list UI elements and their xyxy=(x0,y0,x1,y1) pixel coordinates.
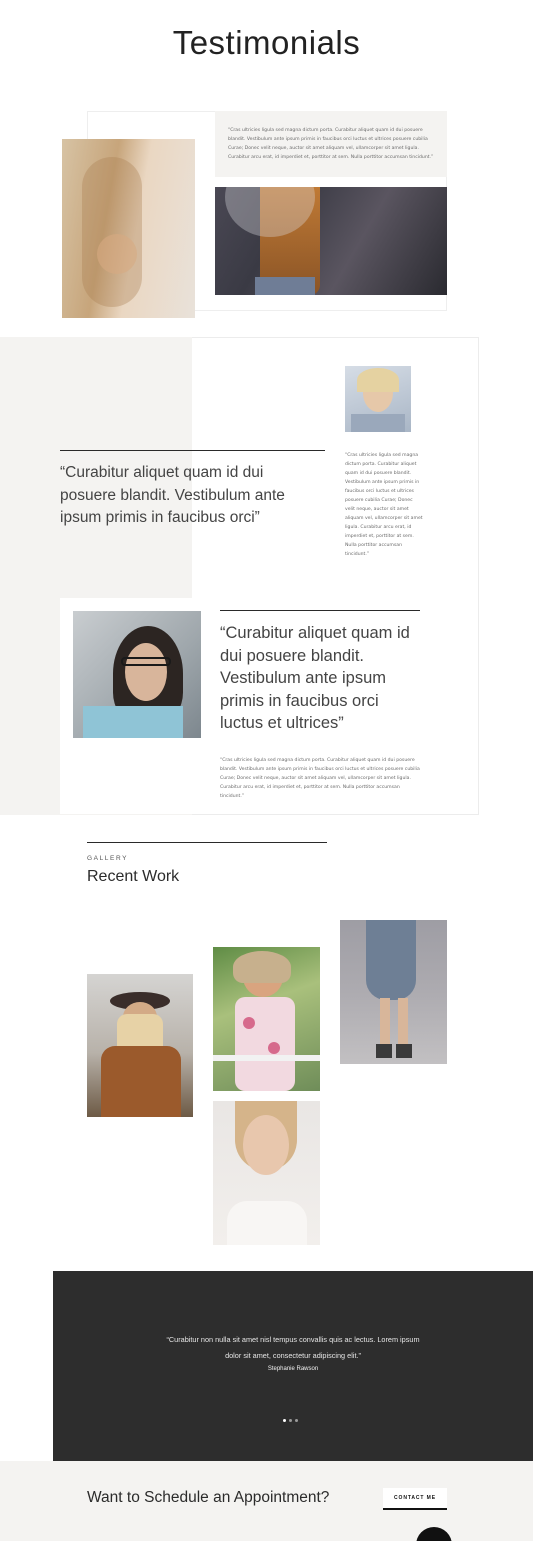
slider-author: Stephanie Rawson xyxy=(267,1366,319,1372)
gallery-title: Recent Work xyxy=(87,868,180,885)
testimonial-1-hand-image xyxy=(215,187,447,295)
testimonial-1-portrait xyxy=(62,139,195,318)
contact-me-button[interactable]: CONTACT ME xyxy=(383,1488,447,1510)
gallery-rule xyxy=(87,842,327,843)
testimonial-2-text: “Cras ultricies ligula sed magna dictum … xyxy=(345,453,423,557)
testimonial-2-rule xyxy=(60,450,325,451)
slider-dot-3[interactable] xyxy=(295,1419,298,1422)
page-title: Testimonials xyxy=(172,24,361,61)
testimonial-3-portrait xyxy=(73,611,201,738)
testimonial-3-quote: “Curabitur aliquet quam id dui posuere b… xyxy=(220,624,410,733)
testimonial-1-text-box: “Cras ultricies ligula sed magna dictum … xyxy=(215,111,447,177)
slider-dot-1[interactable] xyxy=(283,1419,286,1422)
slider-quote: “Curabitur non nulla sit amet nisl tempu… xyxy=(166,1335,420,1360)
slider-dots[interactable] xyxy=(283,1419,303,1423)
testimonial-3-text: “Cras ultricies ligula sed magna dictum … xyxy=(220,758,420,799)
cta-text: Want to Schedule an Appointment? xyxy=(87,1489,330,1506)
gallery-image-floral[interactable] xyxy=(213,947,320,1091)
gallery-image-hat[interactable] xyxy=(87,974,193,1117)
testimonial-2-avatar xyxy=(345,366,411,432)
contact-me-button-label: CONTACT ME xyxy=(394,1495,436,1501)
gallery-image-portrait[interactable] xyxy=(213,1101,320,1245)
testimonial-1-text: “Cras ultricies ligula sed magna dictum … xyxy=(228,128,434,160)
testimonial-3-rule xyxy=(220,610,420,611)
slider-dot-2[interactable] xyxy=(289,1419,292,1422)
gallery-eyebrow: GALLERY xyxy=(87,855,129,862)
gallery-image-street[interactable] xyxy=(340,920,447,1064)
testimonial-2-quote: “Curabitur aliquet quam id dui posuere b… xyxy=(60,464,285,526)
